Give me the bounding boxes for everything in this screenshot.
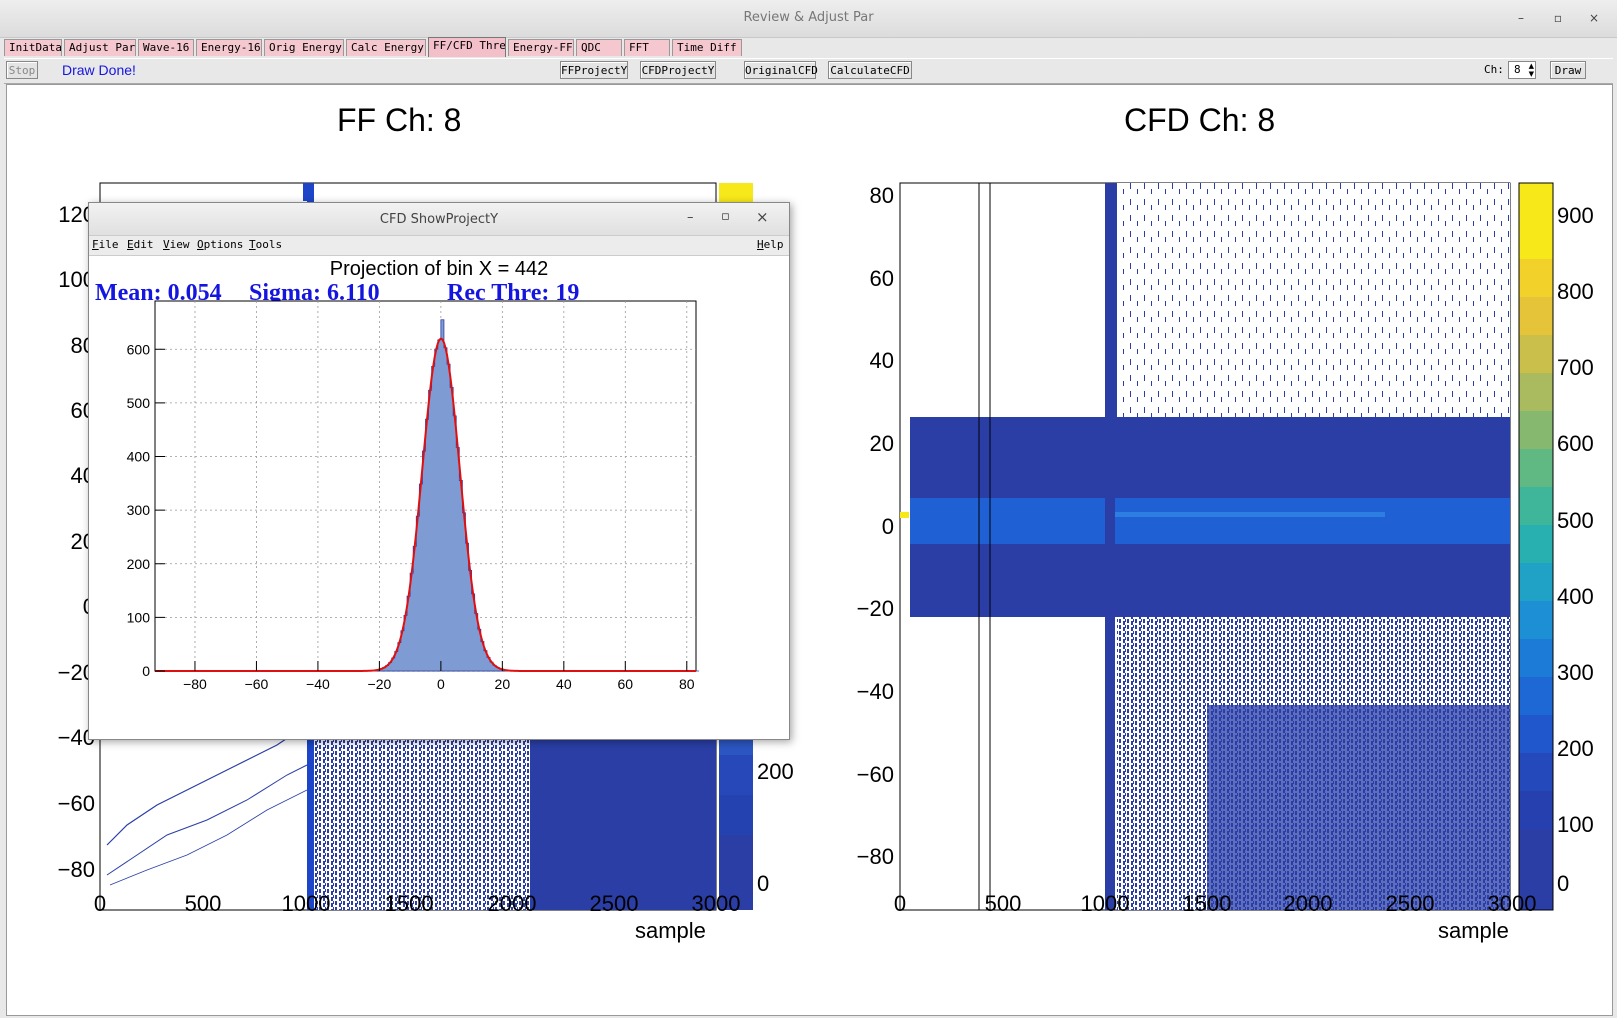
tab-energy-ff[interactable]: Energy-FF: [508, 39, 574, 56]
cfd-z-tick: 600: [1557, 431, 1594, 456]
cfd-y-tick: 20: [869, 431, 894, 456]
tab-energy-16[interactable]: Energy-16: [196, 39, 262, 56]
cfd-y-tick: 40: [869, 348, 894, 373]
x-tick-label: 80: [679, 676, 695, 692]
cfd-x-tick: 1500: [1182, 891, 1232, 916]
ff-x-axis-label: sample: [635, 918, 706, 943]
cfd-x-tick: 0: [893, 891, 907, 916]
minimize-button[interactable]: –: [1512, 9, 1530, 27]
spin-arrows-icon[interactable]: ▲ ▼: [1529, 62, 1534, 78]
ch-value[interactable]: 8: [1514, 63, 1521, 76]
x-tick-label: −80: [183, 676, 207, 692]
ff-x-tick: 500: [184, 891, 222, 916]
cfd-z-tick: 800: [1557, 279, 1594, 304]
cfd-z-tick: 100: [1557, 812, 1594, 837]
x-tick-label: −40: [306, 676, 330, 692]
tab-initdata[interactable]: InitData: [4, 39, 62, 56]
cfd-x-tick: 2500: [1385, 891, 1435, 916]
ff-y-tick: −80: [57, 857, 95, 882]
tab-qdc[interactable]: QDC: [576, 39, 622, 56]
cfd-x-tick: 1000: [1080, 891, 1130, 916]
ff-z-tick: 200: [757, 759, 794, 784]
y-tick-label: 0: [142, 663, 150, 679]
tab-time-diff[interactable]: Time Diff: [672, 39, 742, 56]
ch-label: Ch:: [1484, 63, 1504, 76]
tab-calc-energy[interactable]: Calc Energy: [346, 39, 426, 56]
cfd-x-tick: 2000: [1283, 891, 1333, 916]
cfd-y-tick: −60: [856, 762, 894, 787]
cfd-show-project-y-window[interactable]: CFD ShowProjectY – ▫ × File Edit View Op…: [88, 202, 790, 740]
ch-spinbox[interactable]: 8 ▲ ▼: [1508, 61, 1536, 79]
ff-x-tick: 1000: [281, 891, 331, 916]
x-tick-label: 60: [618, 676, 634, 692]
stop-button[interactable]: Stop: [6, 61, 38, 79]
y-tick-label: 200: [127, 556, 151, 572]
x-tick-label: −20: [368, 676, 392, 692]
toolbar: Stop Draw Done! FFProjectY CFDProjectY O…: [4, 58, 1613, 84]
cfd-y-tick: −80: [856, 844, 894, 869]
cfd-panel-title: CFD Ch: 8: [1124, 102, 1276, 138]
tab-adjust-par[interactable]: Adjust Par: [64, 39, 136, 56]
cfd-y-tick: −20: [856, 596, 894, 621]
cfd-z-tick: 300: [1557, 660, 1594, 685]
window-titlebar: Review & Adjust Par – ▫ ×: [0, 0, 1617, 38]
cfd-z-tick: 0: [1557, 871, 1570, 896]
maximize-button[interactable]: ▫: [1549, 9, 1567, 27]
close-button[interactable]: ×: [1585, 9, 1603, 27]
x-tick-label: 20: [495, 676, 511, 692]
cfd-x-tick: 3000: [1487, 891, 1537, 916]
x-tick-label: −60: [245, 676, 269, 692]
tab-fft[interactable]: FFT: [624, 39, 670, 56]
tab-orig-energy[interactable]: Orig Energy: [264, 39, 344, 56]
y-tick-label: 300: [127, 502, 151, 518]
cfd-z-tick: 900: [1557, 203, 1594, 228]
cfd-z-tick: 700: [1557, 355, 1594, 380]
calculate-cfd-button[interactable]: CalculateCFD: [828, 61, 912, 79]
y-tick-label: 500: [127, 395, 151, 411]
y-tick-label: 100: [127, 609, 151, 625]
cfd-y-tick: 80: [869, 183, 894, 208]
y-tick-label: 400: [127, 449, 151, 465]
y-tick-label: 600: [127, 341, 151, 357]
cfd-y-tick: 60: [869, 266, 894, 291]
tab-wave-16[interactable]: Wave-16: [138, 39, 194, 56]
cfd-heatmap: [899, 182, 1511, 911]
draw-button[interactable]: Draw: [1550, 61, 1586, 79]
ff-x-tick: 2500: [589, 891, 639, 916]
tab-ff-cfd-thre[interactable]: FF/CFD Thre: [428, 37, 506, 57]
status-text: Draw Done!: [62, 62, 136, 78]
ff-y-tick: −60: [57, 791, 95, 816]
window-title: Review & Adjust Par: [743, 10, 874, 25]
x-tick-label: 40: [556, 676, 572, 692]
cfd-y-tick: −40: [856, 679, 894, 704]
cfd-x-tick: 500: [984, 891, 1022, 916]
ff-z-tick: 0: [757, 871, 770, 896]
cfd-z-tick: 400: [1557, 584, 1594, 609]
cfd-y-tick: 0: [881, 514, 894, 539]
projection-histogram: −80 −60 −40 −20 0 20 40 60 80 0 100 200 300 400 500 600: [127, 300, 700, 692]
cfd-colorbar: [1518, 182, 1554, 911]
original-cfd-button[interactable]: OriginalCFD: [744, 61, 818, 79]
x-tick-label: 0: [437, 676, 445, 692]
cfd-z-tick: 500: [1557, 508, 1594, 533]
cfd-x-axis-label: sample: [1438, 918, 1509, 943]
ff-x-tick: 3000: [691, 891, 741, 916]
ff-x-tick: 2000: [487, 891, 537, 916]
ff-project-y-button[interactable]: FFProjectY: [560, 61, 628, 79]
ff-x-tick: 1500: [384, 891, 434, 916]
cfd-project-y-button[interactable]: CFDProjectY: [640, 61, 716, 79]
cfd-z-tick: 200: [1557, 736, 1594, 761]
ff-x-tick: 0: [93, 891, 107, 916]
